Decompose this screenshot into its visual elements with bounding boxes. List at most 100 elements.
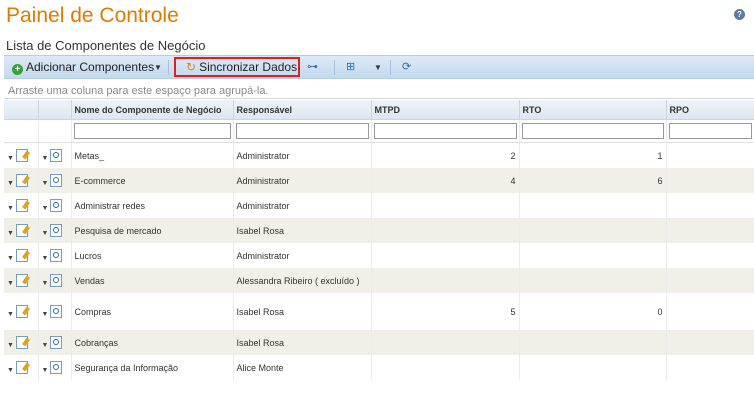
header-action-2 <box>38 100 72 120</box>
table-row[interactable]: ▼ ▼ Vendas Alessandra Ribeiro ( excluído ) <box>4 268 754 293</box>
table-row[interactable]: ▼ ▼ Compras Isabel Rosa 5 0 <box>4 293 754 330</box>
column-header-owner[interactable]: Responsável <box>233 100 372 120</box>
row-edit-cell: ▼ <box>4 330 39 355</box>
row-menu-caret[interactable]: ▼ <box>7 155 14 162</box>
header-action-1 <box>4 100 39 120</box>
edit-icon[interactable] <box>15 224 28 237</box>
row-menu-caret[interactable]: ▼ <box>42 342 49 349</box>
edit-icon[interactable] <box>15 305 28 318</box>
edit-icon[interactable] <box>15 174 28 187</box>
column-header-rto[interactable]: RTO <box>519 100 667 120</box>
add-icon: + <box>12 64 23 75</box>
refresh-icon[interactable]: ⟳ <box>402 59 411 76</box>
edit-icon[interactable] <box>15 274 28 287</box>
row-view-cell: ▼ <box>38 355 72 380</box>
toolbar-separator <box>168 60 169 75</box>
cell-name: Pesquisa de mercado <box>71 218 234 243</box>
cell-mtpd <box>371 330 520 355</box>
filter-mtpd-input[interactable] <box>373 123 517 139</box>
cell-rpo <box>666 355 754 380</box>
cell-rto: 1 <box>519 142 667 168</box>
cell-rpo <box>666 193 754 218</box>
cell-rto <box>519 218 667 243</box>
help-icon[interactable]: ? <box>734 9 745 20</box>
edit-icon[interactable] <box>15 149 28 162</box>
row-menu-caret[interactable]: ▼ <box>7 180 14 187</box>
edit-icon[interactable] <box>15 336 28 349</box>
row-menu-caret[interactable]: ▼ <box>42 230 49 237</box>
edit-icon[interactable] <box>15 199 28 212</box>
row-menu-caret[interactable]: ▼ <box>7 367 14 374</box>
cell-mtpd <box>371 218 520 243</box>
table-row[interactable]: ▼ ▼ Pesquisa de mercado Isabel Rosa <box>4 218 754 243</box>
table-row[interactable]: ▼ ▼ E-commerce Administrator 4 6 <box>4 168 754 193</box>
cell-rpo <box>666 168 754 193</box>
row-menu-caret[interactable]: ▼ <box>42 280 49 287</box>
view-details-icon[interactable] <box>50 249 63 262</box>
view-details-icon[interactable] <box>50 361 63 374</box>
row-edit-cell: ▼ <box>4 243 39 268</box>
cell-rto: 0 <box>519 293 667 330</box>
view-details-icon[interactable] <box>50 149 63 162</box>
cell-mtpd <box>371 193 520 218</box>
cell-mtpd: 2 <box>371 142 520 168</box>
row-menu-caret[interactable]: ▼ <box>42 205 49 212</box>
sync-data-button[interactable]: ↻ Sincronizar Dados <box>174 57 300 77</box>
cell-name: Cobranças <box>71 330 234 355</box>
row-menu-caret[interactable]: ▼ <box>7 205 14 212</box>
edit-icon[interactable] <box>15 361 28 374</box>
view-details-icon[interactable] <box>50 336 63 349</box>
filter-owner-input[interactable] <box>235 123 369 139</box>
filter-cell <box>666 119 754 143</box>
filter-name-input[interactable] <box>73 123 231 139</box>
row-edit-cell: ▼ <box>4 168 39 193</box>
view-details-icon[interactable] <box>50 274 63 287</box>
add-components-button[interactable]: + Adicionar Componentes <box>12 59 154 76</box>
filter-rto-input[interactable] <box>521 123 664 139</box>
edit-icon[interactable] <box>15 249 28 262</box>
cell-mtpd <box>371 268 520 293</box>
cell-rto <box>519 355 667 380</box>
section-title: Lista de Componentes de Negócio <box>6 38 206 53</box>
row-menu-caret[interactable]: ▼ <box>7 342 14 349</box>
row-menu-caret[interactable]: ▼ <box>7 280 14 287</box>
row-edit-cell: ▼ <box>4 142 39 168</box>
components-grid: Nome do Componente de Negócio Responsáve… <box>4 100 754 380</box>
column-header-mtpd[interactable]: MTPD <box>371 100 520 120</box>
columns-dropdown[interactable]: ▼ <box>374 59 382 76</box>
column-header-name[interactable]: Nome do Componente de Negócio <box>71 100 234 120</box>
row-menu-caret[interactable]: ▼ <box>7 311 14 318</box>
view-details-icon[interactable] <box>50 224 63 237</box>
row-edit-cell: ▼ <box>4 218 39 243</box>
column-header-rpo[interactable]: RPO <box>666 100 754 120</box>
row-menu-caret[interactable]: ▼ <box>42 311 49 318</box>
cell-owner: Alessandra Ribeiro ( excluído ) <box>233 268 372 293</box>
view-details-icon[interactable] <box>50 199 63 212</box>
group-by-drop-area[interactable]: Arraste uma coluna para este espaço para… <box>4 83 754 99</box>
row-menu-caret[interactable]: ▼ <box>42 367 49 374</box>
table-row[interactable]: ▼ ▼ Lucros Administrator <box>4 243 754 268</box>
cell-name: E-commerce <box>71 168 234 193</box>
filter-rpo-input[interactable] <box>668 123 752 139</box>
view-details-icon[interactable] <box>50 174 63 187</box>
add-components-dropdown[interactable]: ▼ <box>154 59 162 76</box>
row-view-cell: ▼ <box>38 268 72 293</box>
cell-owner: Administrator <box>233 168 372 193</box>
row-menu-caret[interactable]: ▼ <box>7 230 14 237</box>
row-view-cell: ▼ <box>38 218 72 243</box>
row-menu-caret[interactable]: ▼ <box>42 180 49 187</box>
row-menu-caret[interactable]: ▼ <box>42 255 49 262</box>
table-row[interactable]: ▼ ▼ Segurança da Informação Alice Monte <box>4 355 754 380</box>
filter-row <box>4 119 754 143</box>
toolbar-separator <box>334 60 335 75</box>
cell-rpo <box>666 293 754 330</box>
row-menu-caret[interactable]: ▼ <box>42 155 49 162</box>
table-row[interactable]: ▼ ▼ Administrar redes Administrator <box>4 193 754 218</box>
view-details-icon[interactable] <box>50 305 63 318</box>
columns-icon[interactable]: ⊞ <box>346 59 355 76</box>
cell-name: Metas_ <box>71 142 234 168</box>
hierarchy-icon[interactable]: ⊶ <box>307 59 318 76</box>
table-row[interactable]: ▼ ▼ Cobranças Isabel Rosa <box>4 330 754 355</box>
row-menu-caret[interactable]: ▼ <box>7 255 14 262</box>
table-row[interactable]: ▼ ▼ Metas_ Administrator 2 1 <box>4 142 754 168</box>
